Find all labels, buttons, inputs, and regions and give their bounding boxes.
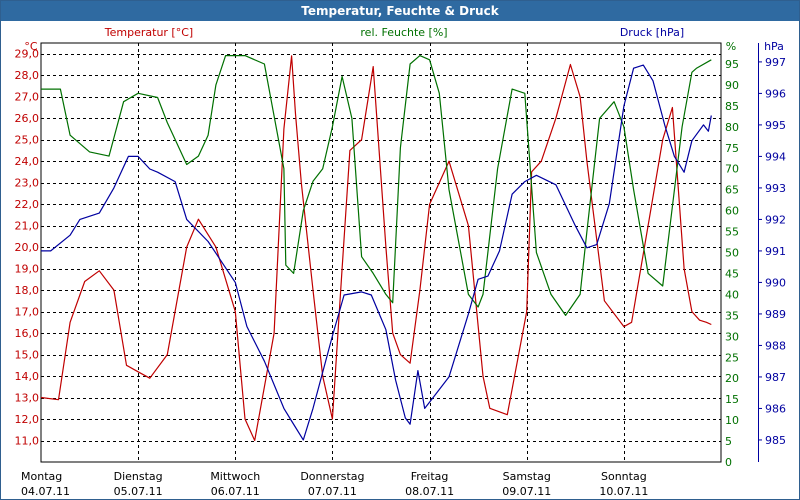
chart-window: Temperatur, Feuchte & Druck 29,0 28,0 27,0… [0, 0, 800, 500]
temperature-tick-label: 17,0 [15, 306, 40, 319]
pressure-unit: hPa [764, 40, 784, 53]
temperature-tick-label: 19,0 [15, 263, 40, 276]
humidity-tick-label: 70 [725, 163, 739, 176]
temperature-tick-label: 24,0 [15, 155, 40, 168]
pressure-tick-label: 988 [765, 339, 786, 352]
x-tick-date: 06.07.11 [211, 485, 260, 498]
pressure-line [41, 64, 712, 441]
pressure-tick-label: 985 [765, 434, 786, 447]
temperature-tick-label: 16,0 [15, 327, 40, 340]
x-tick-date: 07.07.11 [308, 485, 357, 498]
pressure-tick-label: 995 [765, 119, 786, 132]
humidity-tick-label: 10 [725, 414, 739, 427]
pressure-tick-label: 994 [765, 150, 786, 163]
humidity-tick-label: 80 [725, 121, 739, 134]
temperature-tick-label: 27,0 [15, 91, 40, 104]
x-tick-day: Mittwoch [210, 470, 260, 483]
x-tick-day: Freitag [411, 470, 449, 483]
temperature-tick-label: 15,0 [15, 349, 40, 362]
humidity-tick-label: 50 [725, 247, 739, 260]
pressure-tick-label: 989 [765, 308, 786, 321]
x-tick-day: Samstag [503, 470, 551, 483]
humidity-tick-label: 15 [725, 393, 739, 406]
x-tick-date: 05.07.11 [114, 485, 163, 498]
pressure-tick-label: 993 [765, 182, 786, 195]
x-tick-date: 10.07.11 [599, 485, 648, 498]
humidity-tick-label: 90 [725, 79, 739, 92]
humidity-tick-label: 45 [725, 267, 739, 280]
temperature-tick-label: 18,0 [15, 284, 40, 297]
x-tick-day: Sonntag [601, 470, 647, 483]
temperature-tick-label: 13,0 [15, 392, 40, 405]
x-tick-day: Montag [21, 470, 62, 483]
temperature-tick-label: 21,0 [15, 220, 40, 233]
humidity-tick-label: 25 [725, 351, 739, 364]
temperature-axis-title: Temperatur [°C] [104, 26, 193, 39]
humidity-tick-label: 35 [725, 309, 739, 322]
pressure-tick-label: 992 [765, 213, 786, 226]
temperature-unit: °C [24, 40, 38, 53]
x-tick-day: Dienstag [114, 470, 163, 483]
pressure-tick-label: 991 [765, 245, 786, 258]
temperature-tick-label: 14,0 [15, 370, 40, 383]
humidity-tick-label: 65 [725, 184, 739, 197]
temperature-line [40, 55, 712, 442]
window-title: Temperatur, Feuchte & Druck [1, 1, 799, 21]
pressure-tick-label: 986 [765, 402, 786, 415]
pressure-tick-label: 987 [765, 371, 786, 384]
humidity-axis-title: rel. Feuchte [%] [360, 26, 447, 39]
x-tick-date: 08.07.11 [405, 485, 454, 498]
plot-frame [40, 42, 722, 463]
humidity-tick-label: 20 [725, 372, 739, 385]
temperature-tick-label: 26,0 [15, 112, 40, 125]
humidity-line [41, 54, 712, 316]
humidity-tick-label: 30 [725, 330, 739, 343]
pressure-tick-label: 990 [765, 276, 786, 289]
x-tick-date: 09.07.11 [502, 485, 551, 498]
humidity-tick-label: 75 [725, 142, 739, 155]
humidity-tick-label: 40 [725, 288, 739, 301]
temperature-tick-label: 11,0 [15, 435, 40, 448]
temperature-tick-label: 28,0 [15, 69, 40, 82]
humidity-tick-label: 55 [725, 226, 739, 239]
humidity-tick-label: 0 [725, 456, 732, 469]
temperature-tick-label: 22,0 [15, 198, 40, 211]
grid-layer [40, 42, 722, 463]
x-tick-date: 04.07.11 [21, 485, 70, 498]
x-tick-day: Donnerstag [300, 470, 364, 483]
temperature-tick-label: 12,0 [15, 413, 40, 426]
series-layer [40, 54, 712, 442]
humidity-tick-label: 60 [725, 205, 739, 218]
pressure-tick-label: 996 [765, 87, 786, 100]
pressure-tick-label: 997 [765, 56, 786, 69]
temperature-tick-label: 25,0 [15, 134, 40, 147]
chart-area: 29,028,027,026,025,024,023,022,021,020,0… [15, 26, 787, 498]
humidity-unit: % [726, 40, 736, 53]
humidity-tick-label: 95 [725, 58, 739, 71]
pressure-axis-title: Druck [hPa] [620, 26, 684, 39]
humidity-tick-label: 5 [725, 435, 732, 448]
temperature-tick-label: 20,0 [15, 241, 40, 254]
temperature-tick-label: 23,0 [15, 177, 40, 190]
humidity-tick-label: 85 [725, 100, 739, 113]
labels-layer: 29,028,027,026,025,024,023,022,021,020,0… [15, 26, 787, 498]
